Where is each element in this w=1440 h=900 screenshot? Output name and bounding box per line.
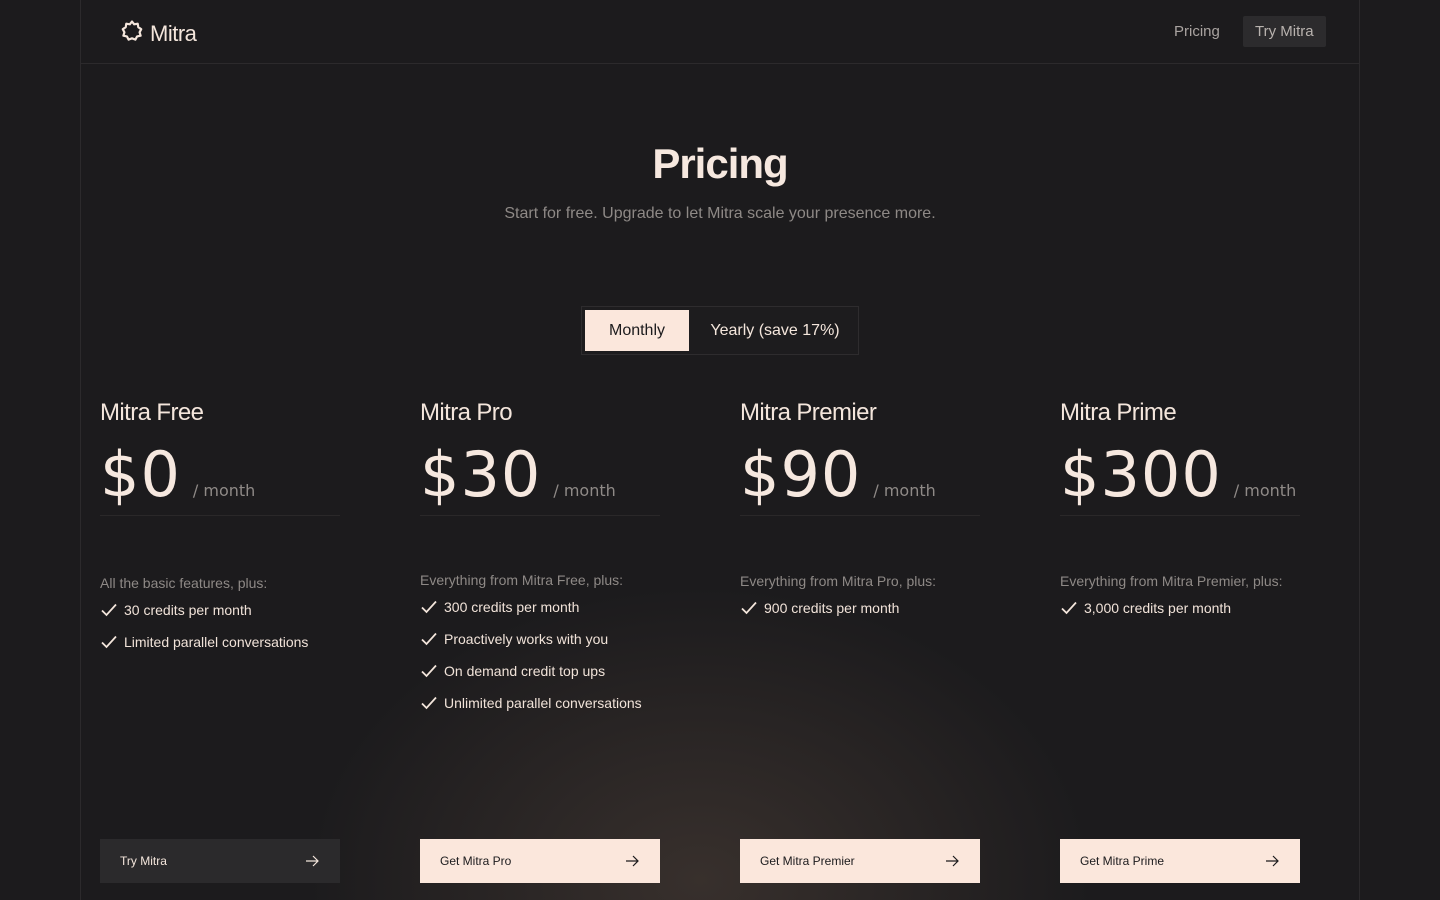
- try-mitra-button[interactable]: Try Mitra: [100, 839, 340, 883]
- nav-pricing-link[interactable]: Pricing: [1162, 16, 1232, 47]
- arrow-right-icon: [306, 855, 319, 867]
- top-nav: Mitra Pricing Try Mitra: [80, 0, 1360, 64]
- plan-name: Mitra Pro: [420, 399, 513, 426]
- feature-intro: All the basic features, plus:: [100, 575, 268, 591]
- feature-item: 300 credits per month: [420, 591, 660, 623]
- feature-label: 900 credits per month: [764, 600, 900, 616]
- plan-period: / month: [192, 481, 256, 500]
- feature-item: Proactively works with you: [420, 623, 660, 655]
- arrow-right-icon: [1266, 855, 1279, 867]
- feature-label: Proactively works with you: [444, 631, 609, 647]
- plan-card-pro: Mitra Pro $30 / month Everything from Mi…: [420, 396, 660, 896]
- arrow-right-icon: [626, 855, 639, 867]
- feature-label: On demand credit top ups: [444, 663, 606, 679]
- feature-intro: Everything from Mitra Pro, plus:: [740, 573, 937, 589]
- gear-sun-icon: [120, 19, 144, 48]
- get-mitra-premier-button[interactable]: Get Mitra Premier: [740, 839, 980, 883]
- cta-label: Get Mitra Pro: [440, 854, 512, 868]
- get-mitra-pro-button[interactable]: Get Mitra Pro: [420, 839, 660, 883]
- brand-name: Mitra: [150, 20, 197, 46]
- plan-period: / month: [1233, 481, 1297, 500]
- plan-name: Mitra Prime: [1060, 399, 1177, 426]
- check-icon: [101, 603, 117, 617]
- billing-monthly-option[interactable]: Monthly: [585, 310, 689, 351]
- cta-label: Get Mitra Prime: [1080, 854, 1165, 868]
- plan-card-prime: Mitra Prime $300 / month Everything from…: [1060, 396, 1300, 896]
- check-icon: [421, 664, 437, 678]
- billing-period-toggle: Monthly Yearly (save 17%): [581, 306, 859, 355]
- brand-logo[interactable]: Mitra: [120, 19, 197, 48]
- price-row: $0 / month: [100, 440, 340, 516]
- plan-card-premier: Mitra Premier $90 / month Everything fro…: [740, 396, 980, 896]
- feature-list: Everything from Mitra Premier, plus: 3,0…: [1060, 570, 1300, 624]
- plan-price: $30: [420, 438, 542, 511]
- get-mitra-prime-button[interactable]: Get Mitra Prime: [1060, 839, 1300, 883]
- feature-label: 300 credits per month: [444, 599, 580, 615]
- plan-period: / month: [553, 481, 616, 500]
- check-icon: [741, 601, 757, 615]
- plan-period: / month: [873, 481, 936, 500]
- feature-item: 3,000 credits per month: [1060, 592, 1300, 624]
- feature-item: Unlimited parallel conversations: [420, 687, 660, 719]
- price-row: $30 / month: [420, 440, 660, 516]
- plan-name: Mitra Premier: [740, 399, 877, 426]
- check-icon: [421, 632, 437, 646]
- page-subtitle: Start for free. Upgrade to let Mitra sca…: [504, 205, 936, 222]
- feature-item: 900 credits per month: [740, 592, 980, 624]
- feature-item: 30 credits per month: [100, 594, 340, 626]
- plan-card-free: Mitra Free $0 / month All the basic feat…: [100, 396, 340, 896]
- feature-list: Everything from Mitra Free, plus: 300 cr…: [420, 569, 660, 719]
- feature-label: 3,000 credits per month: [1084, 600, 1232, 616]
- feature-label: Limited parallel conversations: [124, 634, 309, 650]
- feature-list: Everything from Mitra Pro, plus: 900 cre…: [740, 570, 980, 624]
- nav-try-mitra-button[interactable]: Try Mitra: [1243, 16, 1326, 47]
- check-icon: [1061, 601, 1077, 615]
- feature-label: Unlimited parallel conversations: [444, 695, 642, 711]
- price-row: $300 / month: [1060, 440, 1300, 516]
- plan-price: $90: [740, 438, 862, 511]
- plan-price: $300: [1060, 438, 1222, 511]
- feature-intro: Everything from Mitra Free, plus:: [420, 572, 624, 588]
- page-title: Pricing: [652, 140, 788, 187]
- feature-intro: Everything from Mitra Premier, plus:: [1060, 573, 1283, 589]
- feature-item: On demand credit top ups: [420, 655, 660, 687]
- plan-price: $0: [100, 438, 181, 511]
- check-icon: [101, 635, 117, 649]
- cta-label: Get Mitra Premier: [760, 854, 855, 868]
- billing-yearly-option[interactable]: Yearly (save 17%): [700, 310, 850, 351]
- price-row: $90 / month: [740, 440, 980, 516]
- arrow-right-icon: [946, 855, 959, 867]
- feature-item: Limited parallel conversations: [100, 626, 340, 658]
- feature-list: All the basic features, plus: 30 credits…: [100, 572, 340, 658]
- check-icon: [421, 696, 437, 710]
- check-icon: [421, 600, 437, 614]
- cta-label: Try Mitra: [120, 854, 167, 868]
- plan-name: Mitra Free: [100, 399, 204, 426]
- feature-label: 30 credits per month: [124, 602, 252, 618]
